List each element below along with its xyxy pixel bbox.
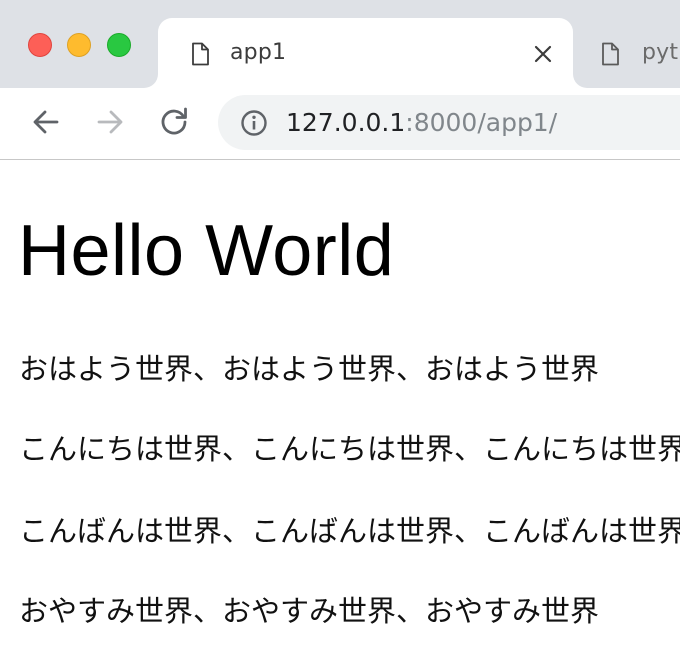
- paragraph-konbanwa: こんばんは世界、こんばんは世界、こんばんは世界: [19, 514, 680, 548]
- back-arrow-icon[interactable]: [28, 104, 64, 140]
- url-text[interactable]: 127.0.0.1:8000/app1/: [286, 108, 557, 137]
- paragraph-ohayou: おはよう世界、おはよう世界、おはよう世界: [19, 352, 600, 386]
- url-path: :8000/app1/: [405, 108, 558, 137]
- tab-pyt[interactable]: pyt: [574, 18, 680, 88]
- page-heading: Hello World: [18, 211, 395, 291]
- info-icon[interactable]: [240, 109, 268, 137]
- tab-title: app1: [230, 40, 287, 65]
- reload-icon[interactable]: [156, 104, 192, 140]
- browser-toolbar: 127.0.0.1:8000/app1/: [0, 88, 680, 160]
- browser-window: app1 pyt 127.0.0.1:8000/app1/ Hello Worl…: [0, 0, 680, 654]
- page-icon: [602, 42, 619, 66]
- url-host: 127.0.0.1: [286, 108, 406, 137]
- window-minimize-button[interactable]: [67, 33, 91, 57]
- tab-title: pyt: [642, 40, 679, 65]
- tab-strip: app1 pyt: [0, 0, 680, 88]
- window-close-button[interactable]: [28, 33, 52, 57]
- address-bar[interactable]: 127.0.0.1:8000/app1/: [218, 95, 680, 150]
- close-icon[interactable]: [531, 42, 555, 66]
- paragraph-konnichiwa: こんにちは世界、こんにちは世界、こんにちは世界: [19, 432, 680, 466]
- paragraph-oyasumi: おやすみ世界、おやすみ世界、おやすみ世界: [19, 594, 600, 628]
- tab-app1[interactable]: app1: [158, 18, 573, 88]
- page-content: Hello World おはよう世界、おはよう世界、おはよう世界 こんにちは世界…: [0, 160, 680, 654]
- page-icon: [192, 42, 209, 66]
- window-maximize-button[interactable]: [107, 33, 131, 57]
- forward-arrow-icon[interactable]: [92, 104, 128, 140]
